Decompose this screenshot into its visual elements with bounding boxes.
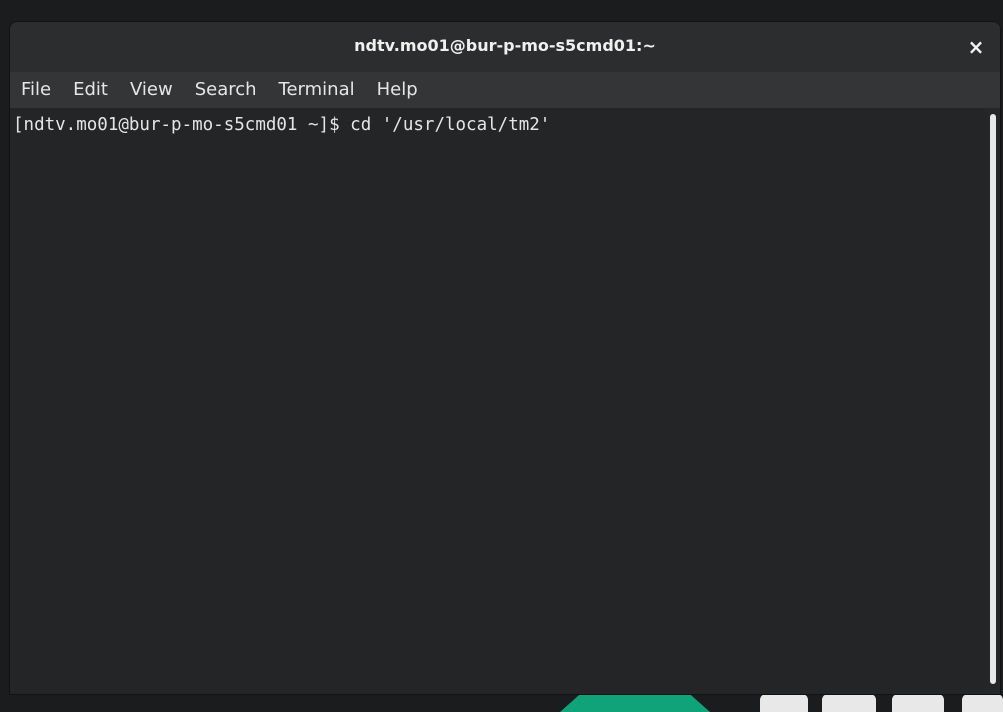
- scrollbar-thumb[interactable]: [990, 114, 996, 684]
- menubar: File Edit View Search Terminal Help: [10, 72, 1000, 108]
- close-icon[interactable]: ×: [964, 35, 988, 59]
- terminal-output[interactable]: [ndtv.mo01@bur-p-mo-s5cmd01 ~]$ cd '/usr…: [10, 108, 1000, 694]
- titlebar[interactable]: ndtv.mo01@bur-p-mo-s5cmd01:~ ×: [10, 22, 1000, 72]
- scrollbar-track[interactable]: [986, 108, 1000, 694]
- menu-edit[interactable]: Edit: [62, 72, 119, 108]
- menu-terminal[interactable]: Terminal: [268, 72, 366, 108]
- menu-search[interactable]: Search: [184, 72, 268, 108]
- window-title: ndtv.mo01@bur-p-mo-s5cmd01:~: [354, 36, 656, 55]
- terminal-line: [ndtv.mo01@bur-p-mo-s5cmd01 ~]$ cd '/usr…: [13, 114, 550, 136]
- terminal-window: ndtv.mo01@bur-p-mo-s5cmd01:~ × File Edit…: [10, 22, 1000, 694]
- typed-command: cd '/usr/local/tm2': [350, 115, 551, 135]
- menu-file[interactable]: File: [10, 72, 62, 108]
- menu-view[interactable]: View: [119, 72, 184, 108]
- desktop-background: ndtv.mo01@bur-p-mo-s5cmd01:~ × File Edit…: [0, 0, 1003, 712]
- shell-prompt: [ndtv.mo01@bur-p-mo-s5cmd01 ~]$: [13, 115, 351, 135]
- menu-help[interactable]: Help: [366, 72, 429, 108]
